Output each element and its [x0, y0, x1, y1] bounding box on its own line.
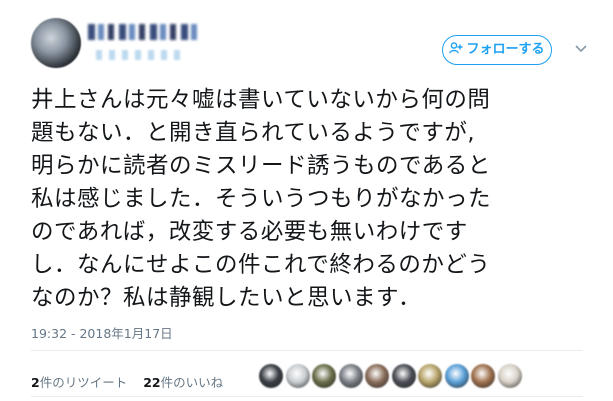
user-handle-redacted[interactable]: [96, 50, 180, 60]
divider: [31, 396, 583, 397]
retweet-count-number: 2: [31, 375, 40, 390]
tweet: フォローする 井上さんは元々嘘は書いていないから何の問 題もない．と開き直られて…: [0, 0, 613, 401]
user-name-redacted[interactable]: [88, 24, 198, 40]
add-user-icon: [449, 42, 463, 54]
liker-avatar[interactable]: [391, 364, 416, 388]
retweet-count[interactable]: 2件のリツイート: [31, 375, 127, 390]
liker-avatar[interactable]: [471, 364, 495, 388]
follow-button[interactable]: フォローする: [442, 35, 552, 65]
liker-avatar[interactable]: [444, 364, 469, 388]
chevron-down-icon[interactable]: [573, 40, 589, 56]
follow-button-label: フォローする: [466, 42, 545, 57]
tweet-stats: 2件のリツイート 22件のいいね: [31, 372, 235, 391]
liker-avatar[interactable]: [285, 364, 310, 388]
divider: [31, 350, 583, 351]
liker-avatar[interactable]: [497, 364, 522, 388]
like-count-number: 22: [143, 375, 161, 390]
tweet-timestamp[interactable]: 19:32 - 2018年1月17日: [31, 323, 173, 342]
retweet-count-label: 件のリツイート: [39, 375, 128, 390]
liker-avatar[interactable]: [365, 364, 389, 388]
like-count[interactable]: 22件のいいね: [143, 375, 223, 390]
avatar[interactable]: [31, 18, 81, 68]
like-count-label: 件のいいね: [160, 375, 224, 390]
liker-avatar[interactable]: [418, 364, 442, 388]
liker-avatar[interactable]: [312, 364, 336, 388]
liker-avatar[interactable]: [338, 364, 363, 388]
tweet-text: 井上さんは元々嘘は書いていないから何の問 題もない．と開き直られているようですが…: [31, 87, 492, 311]
liker-avatar[interactable]: [259, 364, 283, 388]
